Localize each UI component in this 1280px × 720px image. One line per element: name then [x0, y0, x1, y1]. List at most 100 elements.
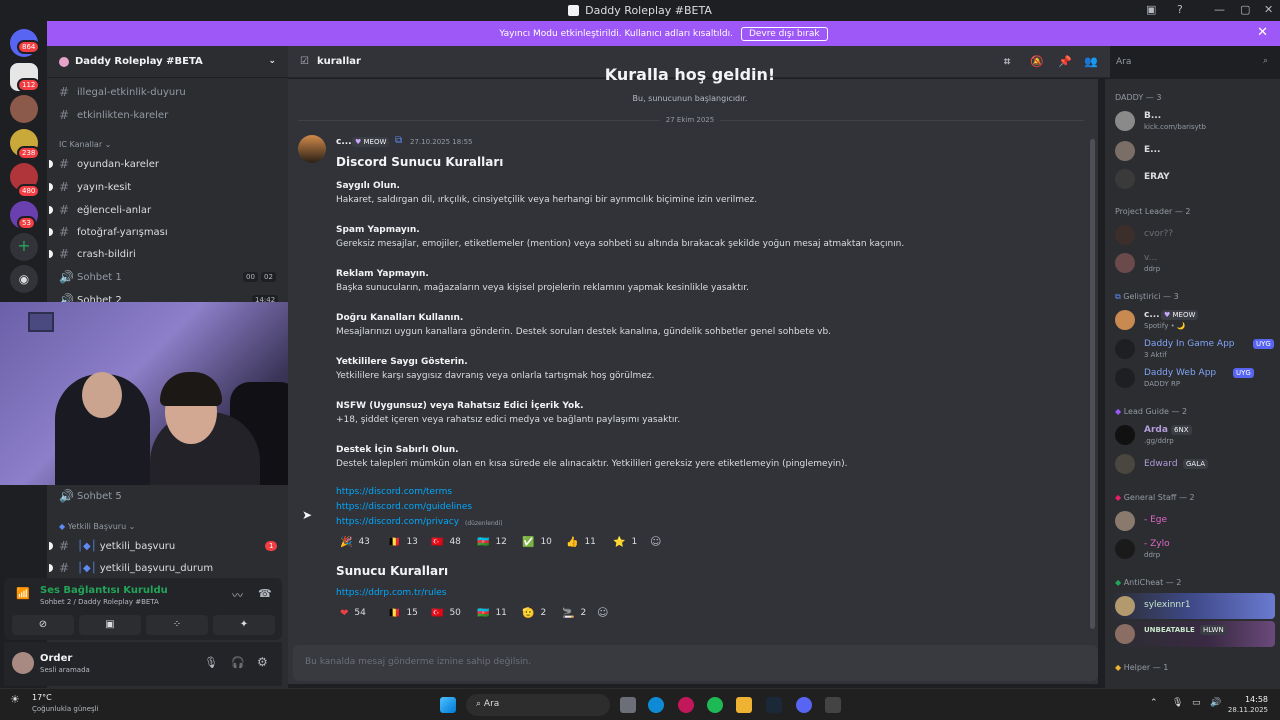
avatar[interactable] — [1115, 141, 1135, 161]
search-input[interactable]: Ara ⌕ — [1110, 52, 1274, 72]
avatar[interactable] — [1115, 339, 1135, 359]
member-name[interactable]: Daddy In Game App — [1144, 339, 1235, 349]
reaction[interactable]: 🇧🇪 13 — [388, 533, 418, 551]
member-name[interactable]: Daddy Web App — [1144, 368, 1216, 378]
activities-button[interactable]: ⁘ — [146, 615, 208, 635]
channel-item[interactable]: # yayın-kesit — [49, 177, 283, 197]
reaction[interactable]: 🇹🇷 48 — [431, 533, 461, 551]
link-privacy[interactable]: https://discord.com/privacy — [336, 517, 459, 527]
clock-time[interactable]: 14:58 — [1226, 695, 1268, 704]
microphone-icon[interactable]: 🎙 — [204, 656, 218, 669]
soundboard-button[interactable]: ✦ — [213, 615, 275, 635]
category-ic[interactable]: IC Kanallar ⌄ — [59, 140, 111, 149]
link-rules[interactable]: https://ddrp.com.tr/rules — [336, 588, 446, 598]
member-name[interactable]: - Zylo — [1144, 539, 1170, 549]
avatar[interactable] — [1115, 310, 1135, 330]
steam-icon[interactable] — [766, 697, 782, 713]
clock-date[interactable]: 28.11.2025 — [1220, 706, 1268, 714]
channel-item[interactable]: # fotoğraf-yarışması — [49, 222, 283, 242]
reaction[interactable]: ❤ 54 — [340, 604, 366, 622]
file-explorer-icon[interactable] — [736, 697, 752, 713]
member-name[interactable]: ERAY — [1144, 172, 1170, 182]
reaction[interactable]: 🇹🇷 50 — [431, 604, 461, 622]
settings-gear-icon[interactable]: ⚙ — [257, 655, 268, 669]
server-header[interactable]: Daddy Roleplay #BETA ⌄ — [47, 46, 288, 78]
tray-mic-icon[interactable]: 🎙 — [1172, 698, 1183, 708]
tray-chevron-icon[interactable]: ⌃ — [1150, 698, 1158, 708]
disconnect-icon[interactable]: ☎ — [258, 587, 272, 600]
reaction[interactable]: 🇦🇿 12 — [477, 533, 507, 551]
avatar[interactable] — [1115, 368, 1135, 388]
voice-channel-sohbet-5[interactable]: 🔊 Sohbet 5 — [59, 486, 283, 506]
avatar[interactable] — [1115, 253, 1135, 273]
avatar[interactable] — [1115, 425, 1135, 445]
weather-temp[interactable]: 17°C — [32, 693, 52, 702]
member-name[interactable]: B... — [1144, 111, 1161, 121]
link-guidelines[interactable]: https://discord.com/guidelines — [336, 502, 472, 512]
weather-icon[interactable]: ☀ — [10, 693, 20, 706]
channel-item[interactable]: # crash-bildiri — [49, 244, 283, 264]
reaction[interactable]: 🇧🇪 15 — [388, 604, 418, 622]
scrollbar-thumb[interactable] — [1090, 139, 1095, 629]
tray-network-icon[interactable]: ▭ — [1192, 698, 1201, 708]
avatar[interactable] — [12, 652, 34, 674]
help-icon[interactable]: ? — [1177, 3, 1183, 16]
channel-item[interactable]: # eğlenceli-anlar — [49, 200, 283, 220]
task-view-icon[interactable] — [620, 697, 636, 713]
headphones-icon[interactable]: 🎧 — [231, 656, 245, 669]
reaction[interactable]: 🎉 43 — [340, 533, 370, 551]
close-icon[interactable]: ✕ — [1257, 25, 1268, 40]
server-icon-2[interactable] — [10, 95, 38, 123]
discord-icon[interactable] — [796, 697, 812, 713]
reaction[interactable]: 👍 11 — [566, 533, 596, 551]
channel-item[interactable]: # │◆│ yetkili_başvuru_durum — [49, 558, 283, 578]
username[interactable]: Order — [40, 653, 72, 664]
maximize-icon[interactable]: ▢ — [1240, 3, 1250, 16]
member-name[interactable]: v... — [1144, 253, 1157, 263]
avatar[interactable] — [1115, 624, 1135, 644]
screen-share-button[interactable]: ▣ — [79, 615, 141, 635]
member-name[interactable]: c... — [1144, 310, 1160, 320]
member-name[interactable]: - Ege — [1144, 515, 1167, 525]
start-menu-icon[interactable] — [440, 697, 456, 713]
member-name[interactable]: E... — [1144, 145, 1160, 155]
member-name[interactable]: Arda — [1144, 425, 1168, 435]
reaction[interactable]: 🇦🇿 11 — [477, 604, 507, 622]
channel-item[interactable]: # illegal-etkinlik-duyuru — [59, 82, 283, 102]
channel-item[interactable]: # oyundan-kareler — [49, 154, 283, 174]
minimize-icon[interactable]: — — [1214, 3, 1225, 16]
discover-icon[interactable]: ◉ — [10, 265, 38, 293]
link-terms[interactable]: https://discord.com/terms — [336, 487, 452, 497]
disable-streamer-mode-button[interactable]: Devre dışı bırak — [740, 26, 828, 41]
taskbar-search[interactable]: ⌕ Ara — [466, 694, 610, 716]
avatar[interactable] — [1115, 596, 1135, 616]
add-reaction-icon[interactable]: ☺ — [650, 535, 661, 548]
inbox-icon[interactable]: ▣ — [1146, 3, 1156, 16]
spotify-icon[interactable] — [707, 697, 723, 713]
close-window-icon[interactable]: ✕ — [1264, 3, 1273, 16]
avatar[interactable] — [1115, 454, 1135, 474]
avatar[interactable] — [1115, 169, 1135, 189]
avatar[interactable] — [1115, 539, 1135, 559]
reaction[interactable]: ✅ 10 — [522, 533, 552, 551]
voice-location[interactable]: Sohbet 2 / Daddy Roleplay #BETA — [40, 598, 159, 606]
avatar[interactable] — [1115, 225, 1135, 245]
channel-item[interactable]: # etkinlikten-kareler — [59, 105, 283, 125]
reaction[interactable]: ⭐ 1 — [613, 533, 637, 551]
author-avatar[interactable] — [298, 135, 326, 163]
add-reaction-icon[interactable]: ☺ — [597, 606, 608, 619]
app-icon[interactable] — [825, 697, 841, 713]
author-name[interactable]: c... — [336, 137, 352, 147]
noise-suppression-icon[interactable]: 〰 — [232, 587, 243, 603]
category-yetkili[interactable]: ◆ Yetkili Başvuru ⌄ — [59, 522, 135, 531]
member-name[interactable]: cvor?? — [1144, 229, 1173, 239]
chat-scrollbar[interactable] — [1090, 139, 1095, 629]
avatar[interactable] — [1115, 511, 1135, 531]
voice-status[interactable]: Ses Bağlantısı Kuruldu — [40, 585, 168, 596]
channel-item[interactable]: # │◆│ yetkili_başvuru — [49, 536, 283, 556]
edge-browser-icon[interactable] — [648, 697, 664, 713]
add-server-icon[interactable]: + — [10, 233, 38, 261]
reaction[interactable]: 🫡 2 — [522, 604, 546, 622]
member-name[interactable]: sylexinnr1 — [1144, 600, 1191, 610]
reaction[interactable]: 🚬 2 — [562, 604, 586, 622]
